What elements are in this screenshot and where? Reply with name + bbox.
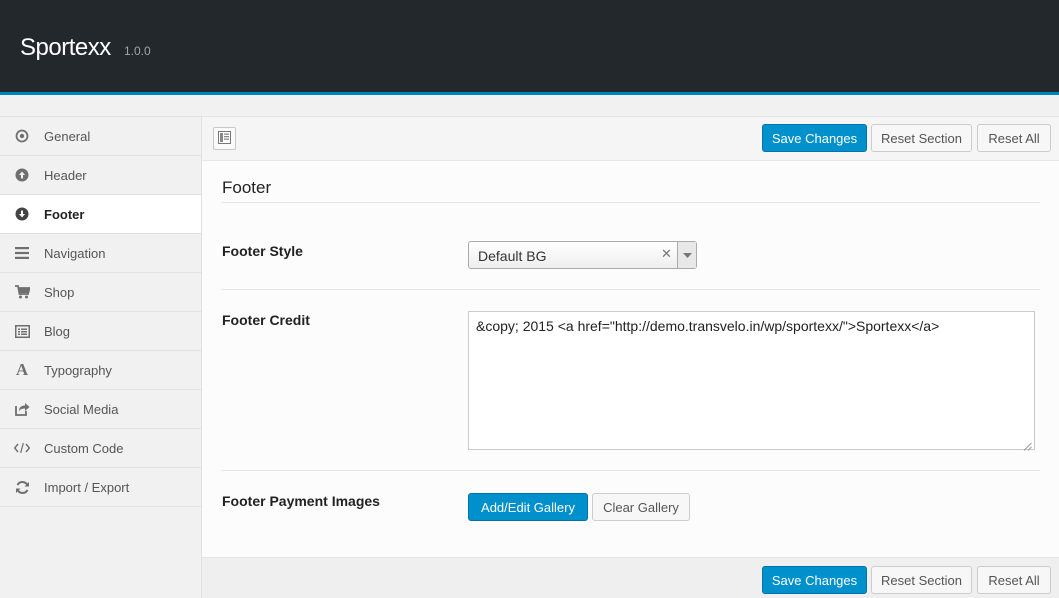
top-toolbar: Save Changes Reset Section Reset All bbox=[202, 117, 1059, 161]
sidebar-item-label: Shop bbox=[44, 284, 75, 300]
divider bbox=[222, 202, 1040, 203]
footer-credit-label: Footer Credit bbox=[222, 312, 310, 328]
bottom-toolbar: Save Changes Reset Section Reset All bbox=[202, 557, 1059, 598]
sidebar-item-label: Typography bbox=[44, 362, 112, 378]
arrow-down-circle-icon bbox=[14, 206, 30, 222]
sidebar-item-import-export[interactable]: Import / Export bbox=[0, 468, 201, 507]
footer-credit-textarea[interactable]: &copy; 2015 <a href="http://demo.transve… bbox=[468, 311, 1035, 451]
sidebar-item-navigation[interactable]: Navigation bbox=[0, 234, 201, 273]
app-version: 1.0.0 bbox=[124, 44, 151, 58]
reset-all-button[interactable]: Reset All bbox=[977, 124, 1051, 152]
admin-header: Sportexx 1.0.0 bbox=[0, 0, 1059, 92]
textarea-value: &copy; 2015 <a href="http://demo.transve… bbox=[476, 318, 940, 334]
hamburger-icon bbox=[14, 245, 30, 261]
clear-icon[interactable]: ✕ bbox=[661, 246, 672, 262]
sidebar-item-social-media[interactable]: Social Media bbox=[0, 390, 201, 429]
sidebar-item-custom-code[interactable]: Custom Code bbox=[0, 429, 201, 468]
letter-a-icon: A bbox=[15, 360, 29, 379]
footer-style-label: Footer Style bbox=[222, 243, 303, 259]
reset-all-button[interactable]: Reset All bbox=[977, 566, 1051, 594]
header-gap bbox=[0, 95, 1059, 116]
select-value: Default BG bbox=[478, 248, 547, 264]
save-changes-button[interactable]: Save Changes bbox=[762, 124, 867, 152]
refresh-icon bbox=[14, 479, 30, 495]
radio-circle-icon bbox=[14, 128, 30, 144]
sidebar-item-label: Navigation bbox=[44, 245, 106, 261]
options-panel: Save Changes Reset Section Reset All Foo… bbox=[202, 116, 1059, 598]
sidebar-item-shop[interactable]: Shop bbox=[0, 273, 201, 312]
section-title: Footer bbox=[222, 178, 272, 197]
save-changes-button[interactable]: Save Changes bbox=[762, 566, 867, 594]
layout-icon bbox=[218, 130, 231, 147]
sidebar-item-label: General bbox=[44, 128, 91, 144]
arrow-up-circle-icon bbox=[14, 167, 30, 183]
list-icon bbox=[14, 323, 30, 339]
sidebar-item-label: Custom Code bbox=[44, 440, 124, 456]
sidebar: General Header Footer Navigation Shop Bl… bbox=[0, 116, 202, 598]
clear-gallery-button[interactable]: Clear Gallery bbox=[592, 493, 690, 521]
sidebar-item-label: Footer bbox=[44, 206, 85, 222]
cart-icon bbox=[14, 284, 30, 300]
code-icon bbox=[14, 440, 30, 456]
add-edit-gallery-button[interactable]: Add/Edit Gallery bbox=[468, 493, 588, 521]
sidebar-item-footer[interactable]: Footer bbox=[0, 195, 201, 234]
sidebar-item-general[interactable]: General bbox=[0, 117, 201, 156]
sidebar-item-label: Social Media bbox=[44, 401, 119, 417]
sidebar-item-label: Header bbox=[44, 167, 87, 183]
sidebar-item-blog[interactable]: Blog bbox=[0, 312, 201, 351]
sidebar-item-label: Blog bbox=[44, 323, 71, 339]
resize-grip-icon[interactable] bbox=[1023, 438, 1032, 451]
expand-options-toggle[interactable] bbox=[213, 127, 236, 150]
sidebar-item-typography[interactable]: A Typography bbox=[0, 351, 201, 390]
chevron-down-icon[interactable] bbox=[677, 242, 696, 268]
reset-section-button[interactable]: Reset Section bbox=[871, 124, 972, 152]
divider bbox=[222, 289, 1040, 290]
footer-style-select[interactable]: Default BG ✕ bbox=[468, 241, 697, 269]
sidebar-item-header[interactable]: Header bbox=[0, 156, 201, 195]
reset-section-button[interactable]: Reset Section bbox=[871, 566, 972, 594]
share-icon bbox=[14, 401, 30, 417]
footer-payment-images-label: Footer Payment Images bbox=[222, 493, 380, 509]
app-title: Sportexx bbox=[20, 34, 111, 61]
sidebar-item-label: Import / Export bbox=[44, 479, 130, 495]
divider bbox=[222, 470, 1040, 471]
